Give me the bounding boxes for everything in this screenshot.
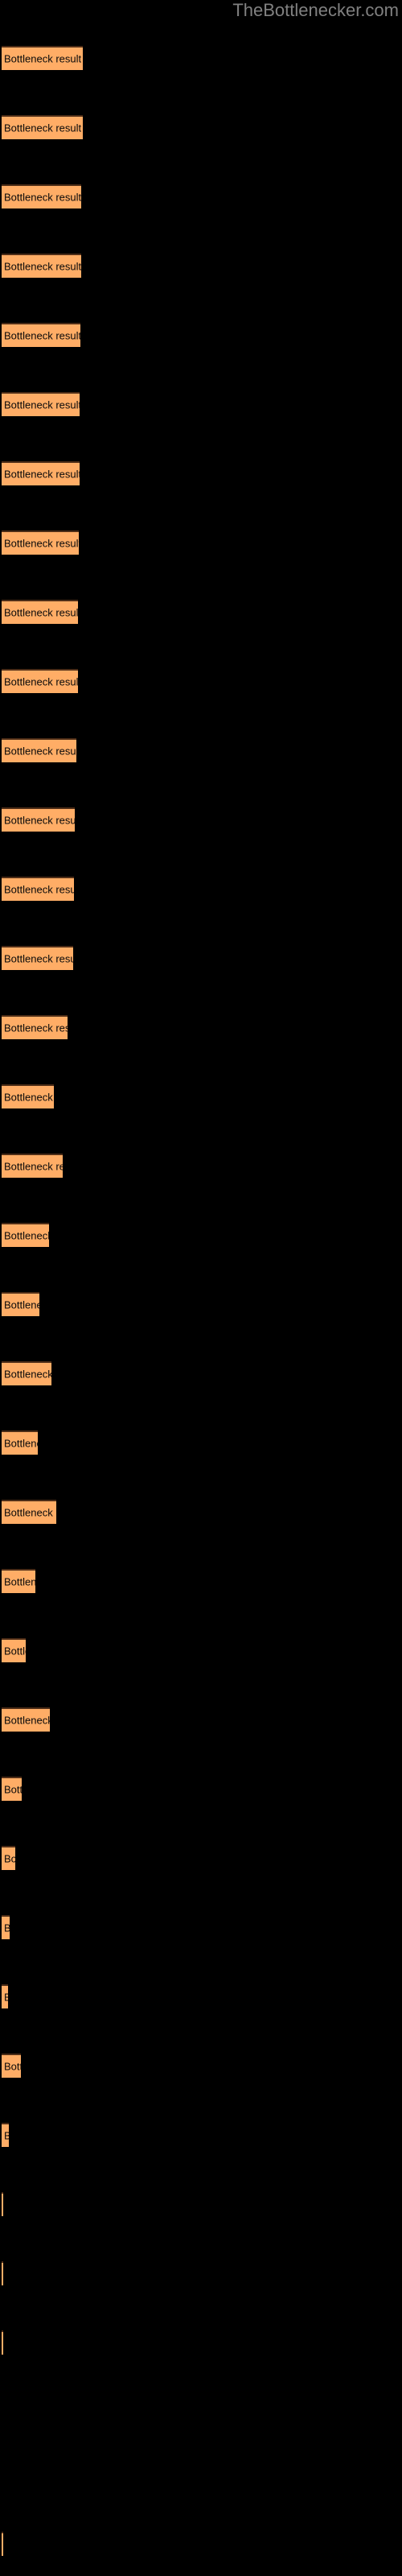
bottleneck-result-bar[interactable]: Bottleneck result [2, 2054, 21, 2078]
bottleneck-result-bar[interactable]: Bottleneck result [2, 530, 79, 555]
bottleneck-result-bar[interactable]: Bottleneck result [2, 2192, 3, 2216]
bar-label: Bottleneck result [4, 1506, 56, 1519]
bottleneck-result-bar[interactable]: Bottleneck result [2, 2261, 3, 2285]
bar-label: Bottleneck result [4, 1922, 10, 1934]
bar-label: Bottleneck result [4, 537, 79, 550]
bottleneck-result-bar[interactable]: Bottleneck result [2, 1915, 10, 1939]
bottleneck-result-bar[interactable]: Bottleneck result [2, 1984, 8, 2008]
bar-label: Bottleneck result [4, 606, 78, 619]
bottleneck-result-bar[interactable]: Bottleneck result [2, 115, 83, 139]
bottleneck-result-bar[interactable]: Bottleneck result [2, 1084, 54, 1108]
bar-label: Bottleneck result [4, 2060, 21, 2073]
bottleneck-result-bar[interactable]: Bottleneck result [2, 807, 75, 832]
bottleneck-result-bar[interactable]: Bottleneck result [2, 669, 78, 693]
bottleneck-result-bar[interactable]: Bottleneck result [2, 1569, 35, 1593]
bar-label: Bottleneck result [4, 1022, 68, 1034]
bottleneck-result-bar[interactable]: Bottleneck result [2, 323, 80, 347]
bar-label: Bottleneck result [4, 1783, 22, 1796]
bottleneck-result-bar[interactable]: Bottleneck result [2, 946, 73, 970]
chart-canvas: TheBottlenecker.com Bottleneck result Bot… [0, 0, 402, 2576]
bottleneck-result-bar[interactable]: Bottleneck result [2, 877, 74, 901]
bottleneck-result-bar[interactable]: Bottleneck result [2, 1154, 63, 1178]
bar-label: Bottleneck result [4, 883, 74, 896]
bar-label: Bottleneck result [4, 191, 81, 204]
bar-label: Bottleneck result [4, 1368, 51, 1381]
bar-label: Bottleneck result [4, 1852, 15, 1865]
bar-label: Bottleneck result [4, 329, 80, 342]
bottleneck-result-bar[interactable]: Bottleneck result [2, 1223, 49, 1247]
bottleneck-result-bar[interactable]: Bottleneck result [2, 1292, 39, 1316]
bar-label: Bottleneck result [4, 1992, 8, 2004]
bar-label: Bottleneck result [4, 398, 80, 411]
bottleneck-result-bar[interactable]: Bottleneck result [2, 1500, 56, 1524]
bar-label: Bottleneck result [4, 745, 76, 758]
bottleneck-result-bar[interactable]: Bottleneck result [2, 1707, 50, 1732]
bottleneck-result-bar[interactable]: Bottleneck result [2, 2123, 9, 2147]
bottleneck-result-bar[interactable]: Bottleneck result [2, 392, 80, 416]
bar-label: Bottleneck result [4, 52, 82, 65]
bar-label: Bottleneck result [4, 814, 75, 827]
bottleneck-result-bar[interactable]: Bottleneck result [2, 46, 83, 70]
bottleneck-result-bar[interactable]: Bottleneck result [2, 254, 81, 278]
bar-label: Bottleneck result [4, 675, 78, 688]
bottleneck-result-bar[interactable]: Bottleneck result [2, 461, 80, 485]
bar-label: Bottleneck result [4, 260, 81, 273]
bottleneck-result-bar[interactable]: Bottleneck result [2, 1430, 38, 1455]
bottleneck-result-bar[interactable]: Bottleneck result [2, 1361, 51, 1385]
bottleneck-result-bar[interactable]: Bottleneck result [2, 2532, 3, 2556]
bar-label: Bottleneck result [4, 1298, 39, 1311]
bar-label: Bottleneck result [4, 468, 80, 481]
bottleneck-result-bar[interactable]: Bottleneck result [2, 2330, 3, 2355]
bar-label: Bottleneck result [4, 1091, 54, 1104]
bottleneck-result-bar[interactable]: Bottleneck result [2, 1777, 22, 1801]
bar-label: Bottleneck result [4, 1575, 35, 1588]
bottleneck-result-bar[interactable]: Bottleneck result [2, 738, 76, 762]
bar-label: Bottleneck result [4, 2130, 9, 2142]
bottleneck-result-bar[interactable]: Bottleneck result [2, 600, 78, 624]
bar-label: Bottleneck result [4, 1229, 49, 1242]
bottleneck-result-bar[interactable]: Bottleneck result [2, 184, 81, 208]
bar-chart-plot-area: Bottleneck result Bottleneck result Bottle… [0, 0, 402, 2576]
bar-label: Bottleneck result [4, 1714, 50, 1727]
bar-label: Bottleneck result [4, 1437, 38, 1450]
bar-label: Bottleneck result [4, 1645, 26, 1657]
bottleneck-result-bar[interactable]: Bottleneck result [2, 1015, 68, 1039]
bottleneck-result-bar[interactable]: Bottleneck result [2, 1846, 15, 1870]
bar-label: Bottleneck result [4, 122, 82, 134]
bar-label: Bottleneck result [4, 952, 73, 965]
bar-label: Bottleneck result [4, 1160, 63, 1173]
bottleneck-result-bar[interactable]: Bottleneck result [2, 1638, 26, 1662]
